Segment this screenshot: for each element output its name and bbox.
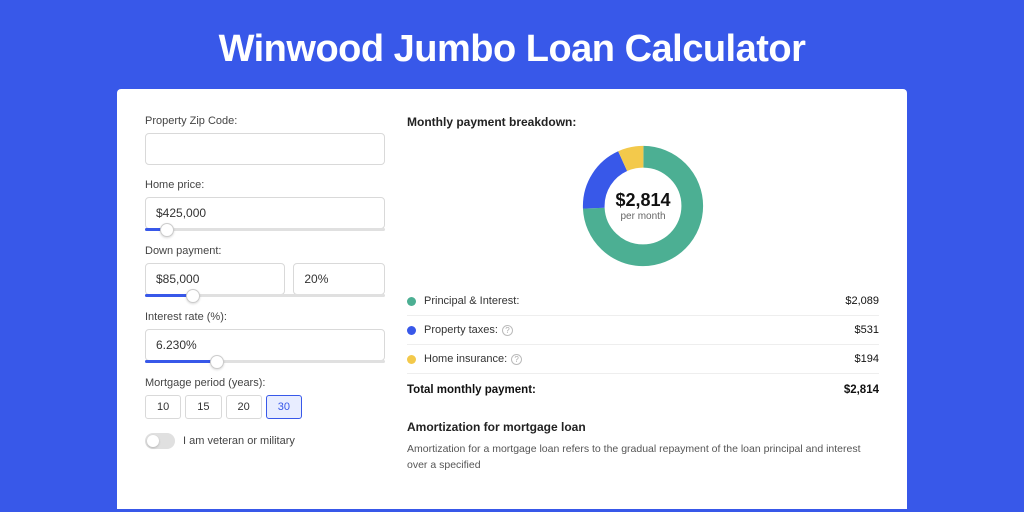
- down-payment-input[interactable]: [145, 263, 285, 295]
- interest-input[interactable]: [145, 329, 385, 361]
- veteran-toggle[interactable]: [145, 433, 175, 449]
- period-btn-30[interactable]: 30: [266, 395, 302, 419]
- total-label: Total monthly payment:: [407, 384, 844, 396]
- slider-thumb[interactable]: [186, 289, 200, 303]
- interest-label: Interest rate (%):: [145, 311, 385, 323]
- donut-chart: $2,814 per month: [407, 141, 879, 271]
- calculator-card: Property Zip Code: Home price: Down paym…: [117, 89, 907, 509]
- slider-thumb[interactable]: [160, 223, 174, 237]
- period-field: Mortgage period (years): 10 15 20 30: [145, 377, 385, 419]
- legend-value: $2,089: [845, 295, 879, 307]
- legend-total: Total monthly payment: $2,814: [407, 374, 879, 410]
- veteran-row: I am veteran or military: [145, 433, 385, 449]
- down-payment-field: Down payment:: [145, 245, 385, 297]
- breakdown-column: Monthly payment breakdown: $2,814 per mo…: [407, 115, 879, 509]
- legend-label: Principal & Interest:: [424, 295, 845, 307]
- legend-label: Property taxes: ?: [424, 324, 855, 336]
- down-payment-slider[interactable]: [145, 294, 385, 297]
- amortization-title: Amortization for mortgage loan: [407, 420, 879, 434]
- period-group: 10 15 20 30: [145, 395, 385, 419]
- legend-label: Home insurance: ?: [424, 353, 855, 365]
- period-btn-10[interactable]: 10: [145, 395, 181, 419]
- down-payment-label: Down payment:: [145, 245, 385, 257]
- legend-principal: Principal & Interest: $2,089: [407, 287, 879, 316]
- home-price-field: Home price:: [145, 179, 385, 231]
- down-payment-pct-input[interactable]: [293, 263, 385, 295]
- amortization-text: Amortization for a mortgage loan refers …: [407, 442, 879, 474]
- total-value: $2,814: [844, 384, 879, 396]
- period-label: Mortgage period (years):: [145, 377, 385, 389]
- breakdown-title: Monthly payment breakdown:: [407, 115, 879, 129]
- donut-sub: per month: [615, 211, 670, 222]
- dot-icon: [407, 355, 416, 364]
- legend-taxes: Property taxes: ? $531: [407, 316, 879, 345]
- zip-label: Property Zip Code:: [145, 115, 385, 127]
- slider-thumb[interactable]: [210, 355, 224, 369]
- input-column: Property Zip Code: Home price: Down paym…: [145, 115, 385, 509]
- home-price-label: Home price:: [145, 179, 385, 191]
- home-price-slider[interactable]: [145, 228, 385, 231]
- donut-amount: $2,814: [615, 190, 670, 211]
- zip-field: Property Zip Code:: [145, 115, 385, 165]
- period-btn-20[interactable]: 20: [226, 395, 262, 419]
- period-btn-15[interactable]: 15: [185, 395, 221, 419]
- dot-icon: [407, 326, 416, 335]
- interest-field: Interest rate (%):: [145, 311, 385, 363]
- info-icon[interactable]: ?: [511, 354, 522, 365]
- interest-slider[interactable]: [145, 360, 385, 363]
- veteran-label: I am veteran or military: [183, 435, 295, 447]
- page-title: Winwood Jumbo Loan Calculator: [0, 0, 1024, 89]
- legend-value: $194: [855, 353, 879, 365]
- info-icon[interactable]: ?: [502, 325, 513, 336]
- home-price-input[interactable]: [145, 197, 385, 229]
- legend-insurance: Home insurance: ? $194: [407, 345, 879, 374]
- zip-input[interactable]: [145, 133, 385, 165]
- legend-value: $531: [855, 324, 879, 336]
- dot-icon: [407, 297, 416, 306]
